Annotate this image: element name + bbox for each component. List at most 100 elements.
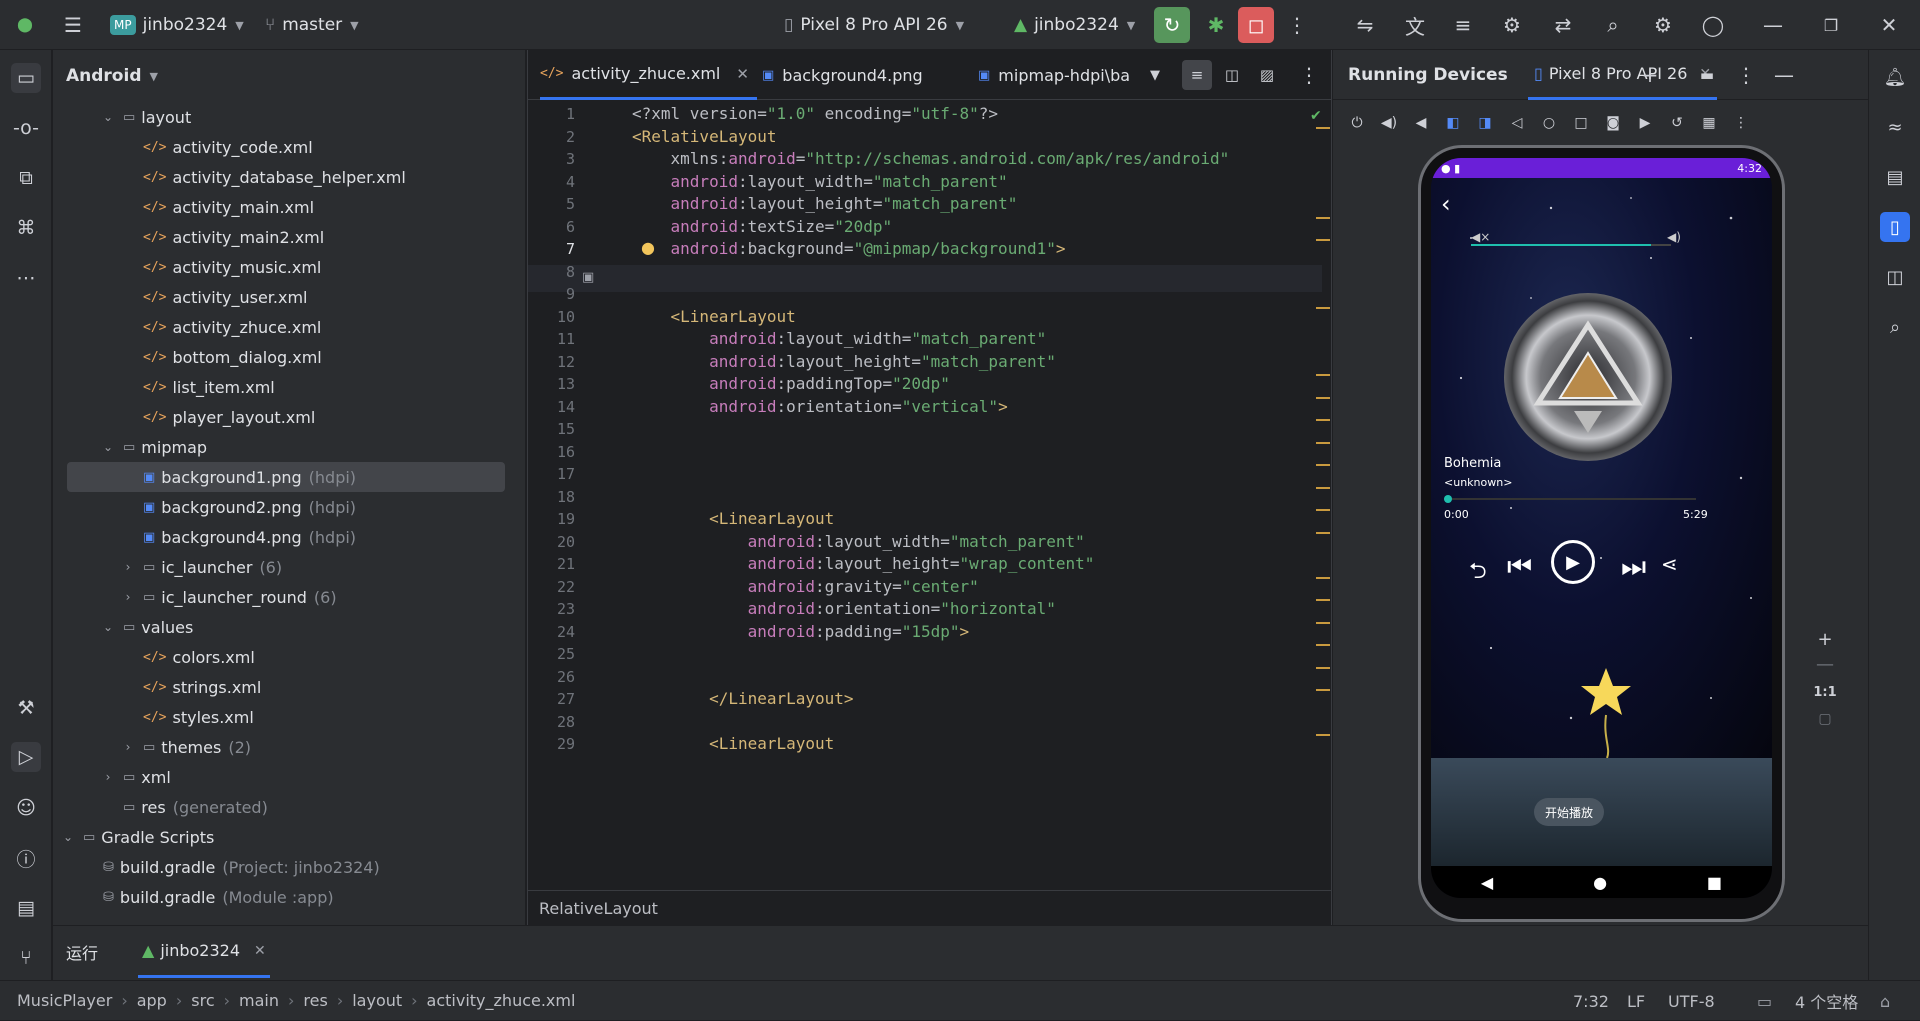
volume-up-icon[interactable]: ◀) xyxy=(1378,112,1400,134)
code-area[interactable]: <?xml version="1.0" encoding="utf-8"?> <R… xyxy=(632,100,1322,875)
editor-tab-background4[interactable]: ▣ background4.png xyxy=(762,50,923,100)
tree-item[interactable]: ▣ background2.png (hdpi) xyxy=(53,492,515,522)
path-segment[interactable]: main xyxy=(239,991,279,1010)
warning-marker[interactable] xyxy=(1316,599,1330,601)
more-actions-icon[interactable]: ⋮ xyxy=(1282,10,1312,40)
rotate-left-icon[interactable]: ◧ xyxy=(1442,112,1464,134)
volume-slider-track[interactable] xyxy=(1471,244,1671,246)
home-button-icon[interactable]: ○ xyxy=(1538,112,1560,134)
power-icon[interactable]: ⏻ xyxy=(1346,112,1368,134)
close-tab-icon[interactable]: ✕ xyxy=(736,65,749,83)
nav-back-icon[interactable]: ◀ xyxy=(1481,873,1493,892)
warning-marker[interactable] xyxy=(1316,126,1330,129)
tree-item[interactable]: </> styles.xml xyxy=(53,702,515,732)
warning-marker[interactable] xyxy=(1316,239,1330,241)
gradle-icon[interactable]: ≈ xyxy=(1880,112,1910,142)
nav-recents-icon[interactable]: ■ xyxy=(1707,873,1722,892)
run-tool-icon[interactable]: ▷ xyxy=(11,742,41,772)
warning-marker[interactable] xyxy=(1316,734,1330,736)
chevron-down-icon[interactable]: ⌄ xyxy=(99,110,117,124)
warning-marker[interactable] xyxy=(1316,531,1330,534)
warning-marker[interactable] xyxy=(1316,689,1330,691)
path-segment[interactable]: src xyxy=(191,991,214,1010)
zoom-in-icon[interactable]: + xyxy=(1811,625,1839,653)
device-more-icon[interactable]: ⋮ xyxy=(1730,112,1752,134)
close-icon[interactable]: ✕ xyxy=(1874,10,1904,40)
tree-item[interactable]: ⌄ ▭ values xyxy=(53,612,515,642)
play-pause-icon[interactable]: ▶ xyxy=(1551,540,1595,584)
new-tab-plus-icon[interactable]: + xyxy=(1635,60,1665,90)
repeat-icon[interactable]: ⮌ xyxy=(1469,554,1487,592)
tree-item[interactable]: </> activity_main.xml xyxy=(53,192,515,222)
run-config-selector[interactable]: ▲ jinbo2324 ▼ xyxy=(1014,10,1135,40)
run-config-tab[interactable]: ▲ jinbo2324 ✕ xyxy=(138,926,270,978)
warning-marker[interactable] xyxy=(1316,666,1330,669)
caret-position[interactable]: 7:32 xyxy=(1573,981,1609,1021)
running-devices-icon[interactable]: ▯ xyxy=(1880,212,1910,242)
editor-breadcrumb[interactable]: RelativeLayout xyxy=(528,890,1331,925)
progress-knob[interactable] xyxy=(1444,495,1452,503)
logcat-icon[interactable]: ☺ xyxy=(11,793,41,823)
branch-selector[interactable]: ⑂ master ▼ xyxy=(265,10,359,40)
split-view-icon[interactable]: ◫ xyxy=(1217,60,1247,90)
start-play-button[interactable]: 开始播放 xyxy=(1534,798,1604,826)
tree-item[interactable]: ⌄ ▭ Gradle Scripts xyxy=(53,822,515,852)
rerun-icon[interactable]: ↻ xyxy=(1154,7,1190,43)
resource-manager-icon[interactable]: ⧉ xyxy=(11,163,41,193)
minimize-icon[interactable]: — xyxy=(1758,10,1788,40)
sdk-manager-icon[interactable]: ⚙ xyxy=(1497,10,1527,40)
account-icon[interactable]: ◯ xyxy=(1698,10,1728,40)
warning-marker[interactable] xyxy=(1316,419,1330,421)
rotate-right-icon[interactable]: ◨ xyxy=(1474,112,1496,134)
line-separator[interactable]: LF xyxy=(1627,981,1645,1021)
warning-marker[interactable] xyxy=(1316,216,1330,219)
editor-more-icon[interactable]: ⋮ xyxy=(1294,60,1324,90)
path-segment[interactable]: MusicPlayer xyxy=(17,991,112,1010)
warning-marker[interactable] xyxy=(1316,396,1330,399)
warning-marker[interactable] xyxy=(1316,306,1330,309)
volume-icon[interactable]: ◀) xyxy=(1667,230,1681,244)
device-tab[interactable]: ▯ Pixel 8 Pro API 26 ✕ xyxy=(1528,50,1718,100)
hide-panel-icon[interactable]: — xyxy=(1769,60,1799,90)
layout-inspector-icon[interactable]: ≡ xyxy=(1448,10,1478,40)
build-icon[interactable]: ⚒ xyxy=(11,693,41,723)
tree-item[interactable]: </> activity_zhuce.xml xyxy=(53,312,515,342)
emulator-icon[interactable]: ◫ xyxy=(1880,262,1910,292)
panel-options-icon[interactable]: ⋮ xyxy=(1731,60,1761,90)
app-inspection-icon[interactable]: ⌕ xyxy=(1880,312,1910,342)
chevron-right-icon[interactable]: › xyxy=(119,740,137,754)
chevron-right-icon[interactable]: › xyxy=(99,770,117,784)
breadcrumb-item[interactable]: RelativeLayout xyxy=(539,899,658,918)
search-icon[interactable]: ⌕ xyxy=(1598,10,1628,40)
chevron-right-icon[interactable]: › xyxy=(119,560,137,574)
lock-icon[interactable]: ⌂ xyxy=(1880,981,1890,1021)
warning-marker[interactable] xyxy=(1316,486,1330,489)
file-encoding[interactable]: UTF-8 xyxy=(1668,981,1715,1021)
project-folder-icon[interactable]: ▭ xyxy=(11,63,41,93)
chevron-down-icon[interactable]: ⌄ xyxy=(99,440,117,454)
editor-tab-mipmap[interactable]: ▣ mipmap-hdpi\ba xyxy=(978,50,1130,100)
version-control-icon[interactable]: ⑂ xyxy=(11,943,41,973)
tree-item[interactable]: </> activity_code.xml xyxy=(53,132,515,162)
tree-item[interactable]: ▭ res (generated) xyxy=(53,792,515,822)
nav-home-icon[interactable]: ● xyxy=(1593,873,1607,892)
zoom-out-icon[interactable]: — xyxy=(1811,650,1839,678)
tree-item[interactable]: </> activity_user.xml xyxy=(53,282,515,312)
project-view-selector[interactable]: Android ▼ xyxy=(53,50,525,102)
zoom-fit-icon[interactable]: ▢ xyxy=(1811,705,1839,733)
more-tools-icon[interactable]: ⋯ xyxy=(11,263,41,293)
tree-item[interactable]: ⛁ build.gradle (Project: jinbo2324) xyxy=(53,852,515,882)
share-icon[interactable]: ⋖ xyxy=(1661,552,1678,576)
warning-marker[interactable] xyxy=(1316,644,1330,646)
layout-toggle-icon[interactable]: ▬ xyxy=(1692,60,1722,90)
screenshot-icon[interactable]: ◙ xyxy=(1602,112,1624,134)
warning-marker[interactable] xyxy=(1316,441,1330,444)
device-selector[interactable]: ▯ Pixel 8 Pro API 26 ▼ xyxy=(784,10,964,40)
snapshot-icon[interactable]: ↺ xyxy=(1666,112,1688,134)
chevron-right-icon[interactable]: › xyxy=(119,590,137,604)
device-explorer-icon[interactable]: ▤ xyxy=(1880,162,1910,192)
main-menu-icon[interactable]: ☰ xyxy=(58,10,88,40)
warning-marker[interactable] xyxy=(1316,464,1330,466)
warning-marker[interactable] xyxy=(1316,374,1330,376)
mute-icon[interactable]: ◀× xyxy=(1471,230,1490,244)
